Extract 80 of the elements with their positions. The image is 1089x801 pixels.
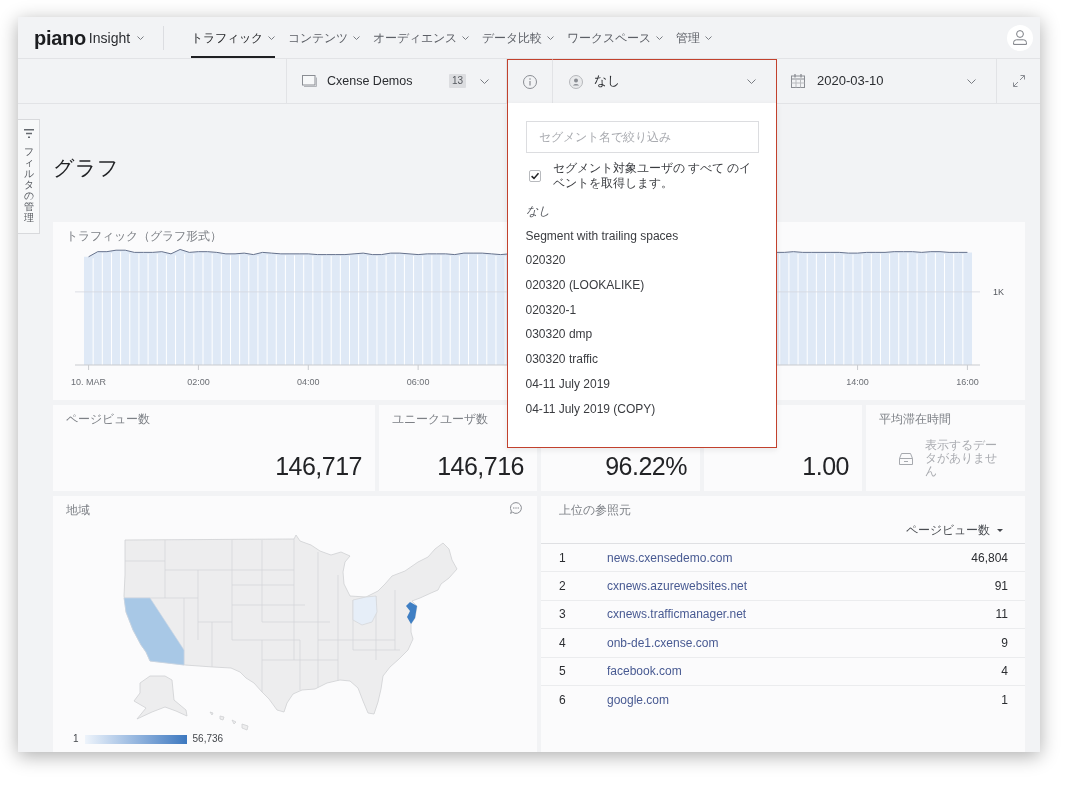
table-cell-text: 11 xyxy=(995,606,1008,624)
referrer-link[interactable]: onb-de1.cxense.com xyxy=(607,633,719,652)
page-title: グラフ xyxy=(53,155,119,181)
chevron-down-icon xyxy=(656,35,663,40)
chat-bubble-icon[interactable] xyxy=(510,502,522,514)
chevron-down-icon xyxy=(747,79,756,84)
card-title: 地域 xyxy=(66,502,90,518)
chevron-down-icon xyxy=(967,78,976,84)
graph-title: トラフィック（グラフ形式） xyxy=(66,228,222,244)
chevron-down-icon xyxy=(137,35,145,40)
user-icon xyxy=(569,74,583,89)
table-cell-text: 1 xyxy=(1001,692,1008,710)
table-cell: 6 xyxy=(559,693,566,708)
sort-down-icon xyxy=(997,528,1003,532)
table-cell-text: 9 xyxy=(1001,634,1008,652)
filter-tab[interactable]: フィルタの管理 xyxy=(18,119,40,234)
date-selector[interactable]: 2020-03-10 xyxy=(777,59,997,103)
count-badge: 13 xyxy=(448,74,466,88)
chevron-down-icon xyxy=(547,35,554,40)
checkbox[interactable] xyxy=(528,170,541,182)
card-title: 上位の参照元 xyxy=(559,502,631,518)
table-cell: 1 xyxy=(559,550,566,565)
tray-icon xyxy=(899,452,913,465)
nav-tab[interactable]: コンテンツ xyxy=(288,17,360,58)
table-cell-text: 91 xyxy=(994,578,1008,596)
axis-label: 02:00 xyxy=(187,377,210,387)
chevron-down-icon xyxy=(480,78,489,84)
axis-label: 10. MAR xyxy=(71,377,107,387)
axis-label: 14:00 xyxy=(846,377,869,387)
axis-label: 04:00 xyxy=(297,377,320,387)
referrer-link[interactable]: facebook.com xyxy=(607,662,682,681)
piano-logo: piano xyxy=(34,27,86,48)
legend-label: 1 xyxy=(73,732,79,746)
segment-option[interactable]: Segment with trailing spaces xyxy=(525,223,679,249)
nav-tab[interactable]: オーディエンス xyxy=(373,17,469,58)
site-selector[interactable]: Cxense Demos 13 xyxy=(287,59,507,103)
referrer-link[interactable]: cxnews.azurewebsites.net xyxy=(607,577,748,596)
search-field[interactable]: セグメント名で絞り込み xyxy=(525,121,759,153)
sort-column-button[interactable]: ページビュー数 xyxy=(906,521,1003,539)
metric-value: 1.00 xyxy=(802,451,849,481)
referrer-link[interactable]: cxnews.trafficmanager.net xyxy=(607,605,747,624)
nav-tab[interactable]: トラフィック xyxy=(191,17,275,58)
segment-option[interactable]: 04-11 July 2019 xyxy=(525,371,610,397)
table-cell-text: 46,804 xyxy=(971,549,1008,567)
referrer-link[interactable]: google.com xyxy=(607,691,670,710)
table-cell: 4 xyxy=(559,635,566,650)
table-cell-text: 4 xyxy=(1001,663,1008,681)
metric-label: 平均滞在時間 xyxy=(879,411,951,427)
referrer-link[interactable]: news.cxensedemo.com xyxy=(607,548,733,567)
expand-icon xyxy=(1012,75,1025,87)
metric-value: 146,716 xyxy=(437,451,524,481)
chevron-down-icon xyxy=(268,35,275,40)
nav-tab[interactable]: 管理 xyxy=(676,17,712,58)
chevron-down-icon xyxy=(462,35,469,40)
product-menu-button[interactable]: Insight xyxy=(88,30,145,45)
checkbox-label: セグメント対象ユーザの すべて のイベントを取得します。 xyxy=(552,161,752,191)
axis-label: 06:00 xyxy=(406,377,430,387)
metric-label: ページビュー数 xyxy=(66,411,150,427)
axis-label: 16:00 xyxy=(956,377,979,387)
table-cell: 2 xyxy=(559,579,566,594)
calendar-icon xyxy=(791,74,805,88)
filter-icon xyxy=(23,129,34,138)
empty-message: 表示するデータがありません xyxy=(925,439,998,478)
chevron-down-icon xyxy=(353,35,360,40)
metric-label: ユニークユーザ数 xyxy=(392,411,488,427)
segment-option[interactable]: なし xyxy=(525,199,550,224)
info-icon xyxy=(523,74,537,89)
user-menu-button[interactable] xyxy=(1007,24,1033,51)
segment-option[interactable]: 04-11 July 2019 (COPY) xyxy=(525,396,656,422)
window-icon xyxy=(302,75,317,87)
nav-tab[interactable]: データ比較 xyxy=(482,17,554,58)
chevron-down-icon xyxy=(705,35,712,40)
nav-tab[interactable]: ワークスペース xyxy=(567,17,663,58)
legend-label: 56,736 xyxy=(192,732,224,746)
metric-value: 96.22% xyxy=(605,451,687,481)
table-cell: 3 xyxy=(559,607,566,622)
person-icon xyxy=(1013,30,1027,45)
table-cell: 5 xyxy=(559,664,566,679)
metric-value: 146,717 xyxy=(275,451,362,481)
axis-label: 1K xyxy=(993,286,1004,297)
